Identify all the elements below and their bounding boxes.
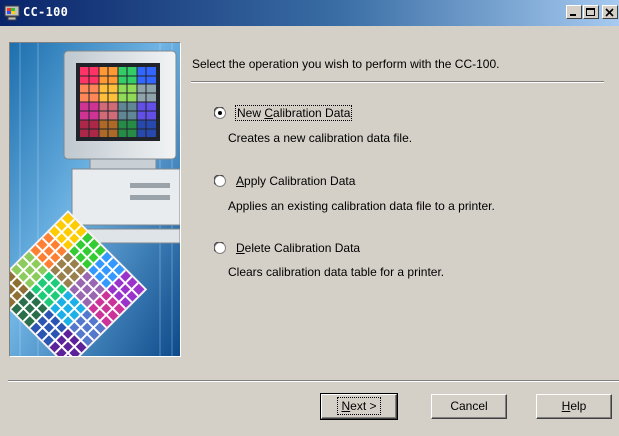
option-description: Applies an existing calibration data fil… bbox=[228, 199, 495, 213]
cancel-button[interactable]: Cancel bbox=[431, 394, 507, 419]
wizard-window: CC-100 Select the operation you wish to … bbox=[0, 0, 619, 436]
instruction-text: Select the operation you wish to perform… bbox=[192, 57, 500, 71]
content-separator bbox=[191, 81, 604, 83]
window-title: CC-100 bbox=[23, 5, 69, 19]
app-icon bbox=[4, 5, 20, 21]
radio-selected-icon[interactable] bbox=[214, 107, 226, 119]
option-label: Apply Calibration Data bbox=[236, 174, 356, 188]
option-description: Clears calibration data table for a prin… bbox=[228, 265, 445, 279]
maximize-button[interactable] bbox=[583, 5, 599, 19]
title-bar[interactable]: CC-100 bbox=[0, 0, 619, 26]
radio-unselected-icon[interactable] bbox=[214, 242, 226, 254]
option-label: Delete Calibration Data bbox=[236, 241, 361, 255]
close-icon bbox=[605, 8, 614, 17]
maximize-icon bbox=[586, 8, 595, 16]
help-button[interactable]: Help bbox=[536, 394, 612, 419]
option-description: Creates a new calibration data file. bbox=[228, 131, 413, 145]
wizard-illustration bbox=[9, 42, 181, 357]
close-button[interactable] bbox=[602, 5, 618, 19]
next-button[interactable]: Next > bbox=[320, 393, 398, 420]
radio-unselected-icon[interactable] bbox=[214, 175, 226, 187]
footer-separator bbox=[8, 380, 619, 382]
minimize-icon bbox=[570, 14, 576, 16]
minimize-button[interactable] bbox=[566, 5, 582, 19]
option-label: New Calibration Data bbox=[234, 105, 353, 121]
